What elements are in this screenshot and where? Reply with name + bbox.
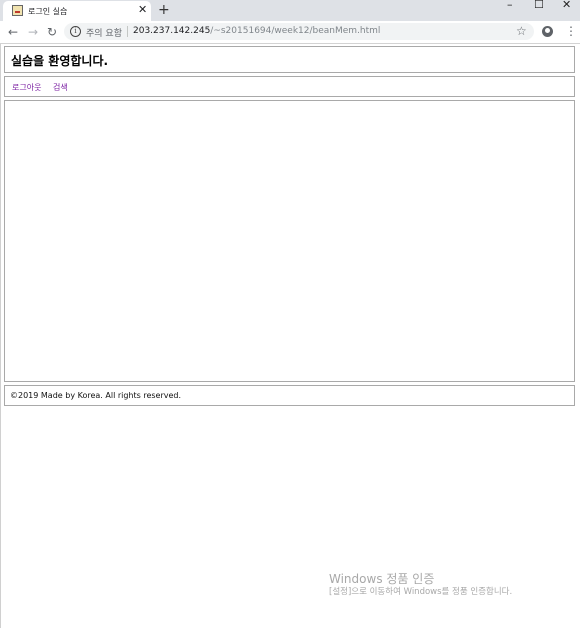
- url-host: 203.237.142.245: [133, 26, 211, 36]
- reload-icon[interactable]: ↻: [47, 25, 57, 39]
- bookmark-star-icon[interactable]: ☆: [516, 24, 527, 38]
- page-footer: ©2019 Made by Korea. All rights reserved…: [4, 385, 575, 406]
- windows-activation-subtitle: [설정]으로 이동하여 Windows를 정품 인증합니다.: [329, 587, 513, 597]
- search-link[interactable]: 검색: [53, 82, 68, 93]
- window-close-button[interactable]: ✕: [562, 0, 571, 12]
- url-separator: [127, 26, 128, 37]
- back-icon[interactable]: ←: [8, 25, 18, 39]
- security-status[interactable]: 주의 요함: [86, 26, 122, 39]
- browser-tab[interactable]: 로그인 실습 ✕: [3, 1, 151, 21]
- footer-text: ©2019 Made by Korea. All rights reserved…: [10, 391, 182, 400]
- minimize-button[interactable]: –: [507, 0, 513, 12]
- forward-icon[interactable]: →: [28, 25, 38, 39]
- logout-link[interactable]: 로그아웃: [12, 82, 41, 93]
- tab-title: 로그인 실습: [28, 7, 68, 16]
- tab-strip: 로그인 실습 ✕ + – ☐ ✕: [0, 0, 580, 21]
- page-header: 실습을 환영합니다.: [4, 46, 575, 73]
- browser-toolbar: ← → ↻ i 주의 요함 203.237.142.245/~s20151694…: [0, 21, 580, 44]
- maximize-button[interactable]: ☐: [534, 0, 544, 12]
- new-tab-button[interactable]: +: [158, 3, 170, 17]
- address-bar[interactable]: i 주의 요함 203.237.142.245/~s20151694/week1…: [64, 23, 534, 40]
- page-favicon-icon: [12, 5, 23, 16]
- page-nav: 로그아웃 검색: [4, 76, 575, 97]
- info-icon[interactable]: i: [70, 26, 81, 37]
- content-area: [4, 100, 575, 382]
- url-path: /~s20151694/week12/beanMem.html: [210, 26, 381, 36]
- page-edge: [0, 44, 1, 628]
- menu-icon[interactable]: ⋮: [565, 24, 577, 38]
- account-icon[interactable]: [542, 26, 553, 37]
- page-title: 실습을 환영합니다.: [11, 54, 109, 68]
- tab-close-icon[interactable]: ✕: [138, 4, 147, 16]
- url-text[interactable]: 203.237.142.245/~s20151694/week12/beanMe…: [133, 26, 380, 36]
